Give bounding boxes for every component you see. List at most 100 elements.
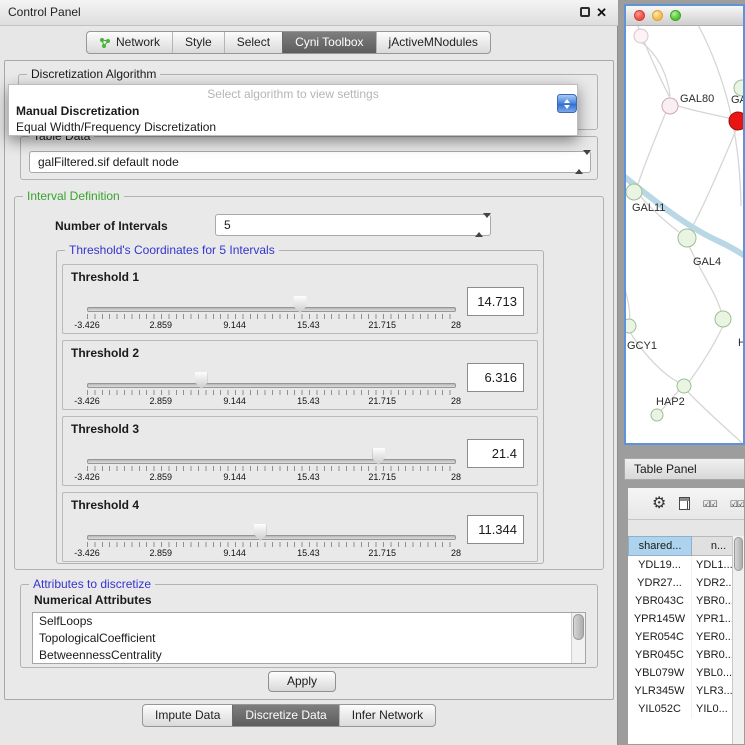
tab-label: Impute Data (155, 705, 220, 726)
slider-scale: -3.4262.859 9.14415.43 21.71528 (87, 320, 456, 331)
threshold-label: Threshold 4 (71, 498, 139, 512)
column-header-shared-name[interactable]: shared... (628, 536, 692, 556)
table-toolbar: ⚙ ☑☑ ☑☑ (628, 488, 744, 520)
node-gal80[interactable] (662, 98, 678, 114)
node-label: GCY1 (627, 340, 657, 352)
slider-thumb[interactable] (293, 296, 306, 313)
chevron-down-icon (564, 105, 570, 109)
list-scrollbar[interactable] (571, 613, 585, 663)
table-scrollbar[interactable] (732, 536, 744, 744)
panel-title: Control Panel (8, 0, 81, 25)
tab-network[interactable]: Network (87, 32, 172, 53)
node-label: GAL11 (632, 202, 665, 214)
table-row[interactable]: YBR043CYBR0... (628, 592, 745, 610)
threshold-value-field[interactable]: 11.344 (467, 515, 524, 544)
numerical-attributes-label: Numerical Attributes (34, 593, 152, 607)
table-row[interactable]: YER054CYER0... (628, 628, 745, 646)
scrollbar-thumb[interactable] (573, 614, 584, 640)
node[interactable] (634, 29, 648, 43)
combobox-stepper-button[interactable] (557, 94, 577, 113)
control-panel-titlebar[interactable]: Control Panel ✕ (0, 0, 618, 26)
tab-select[interactable]: Select (224, 32, 282, 53)
table-row[interactable]: YDR27...YDR2... (628, 574, 745, 592)
table-panel-window: ⚙ ☑☑ ☑☑ shared... n... YDL19...YDL1... Y… (627, 487, 745, 745)
slider-thumb[interactable] (372, 448, 385, 465)
node-label: GAL4 (693, 256, 721, 268)
node-selected-red[interactable] (729, 112, 743, 130)
num-intervals-label: Number of Intervals (55, 219, 168, 233)
gear-icon[interactable]: ⚙ (652, 496, 666, 512)
threshold-value-field[interactable]: 6.316 (467, 363, 524, 392)
slider-scale: -3.4262.859 9.14415.43 21.71528 (87, 548, 456, 559)
table-data-combobox[interactable]: galFiltered.sif default node (29, 151, 591, 173)
table-row[interactable]: YBL079WYBL0... (628, 664, 745, 682)
top-tabstrip: Network Style Select Cyni Toolbox jActiv… (86, 31, 491, 54)
threshold-label: Threshold 2 (71, 346, 139, 360)
threshold-box-1: Threshold 1 -3.4262.859 9.14415.43 21.71… (62, 264, 538, 334)
list-item[interactable]: SelfLoops (33, 613, 585, 630)
slider-thumb[interactable] (195, 372, 208, 389)
network-window-titlebar[interactable] (626, 6, 743, 26)
tab-cyni-toolbox[interactable]: Cyni Toolbox (282, 32, 375, 53)
select-none-checkboxes-icon[interactable]: ☑☑ (730, 499, 744, 509)
scrollbar-thumb[interactable] (734, 537, 743, 571)
table-row[interactable]: YIL052CYIL0... (628, 700, 745, 718)
slider-thumb[interactable] (254, 524, 267, 541)
tab-style[interactable]: Style (172, 32, 224, 53)
select-all-checkboxes-icon[interactable]: ☑☑ (703, 499, 717, 509)
columns-icon[interactable] (679, 497, 689, 510)
tab-infer-network[interactable]: Infer Network (339, 705, 435, 726)
node-gcy1[interactable] (626, 319, 636, 333)
group-title: Interval Definition (23, 189, 124, 204)
threshold-value-field[interactable]: 14.713 (467, 287, 524, 316)
apply-button[interactable]: Apply (268, 671, 336, 692)
slider-ticks (87, 542, 457, 547)
node-hap2[interactable] (677, 379, 691, 393)
node[interactable] (715, 311, 731, 327)
tab-discretize-data[interactable]: Discretize Data (232, 705, 338, 726)
table-header-row: shared... n... (628, 536, 745, 556)
stepper-arrows-icon (475, 215, 484, 235)
table-panel-title: Table Panel (634, 462, 697, 476)
algorithm-dropdown-popup: Select algorithm to view settings Manual… (8, 84, 578, 136)
list-item[interactable]: TopologicalCoefficient (33, 630, 585, 647)
slider-scale: -3.4262.859 9.14415.43 21.71528 (87, 472, 456, 483)
table-row[interactable]: YBR045CYBR0... (628, 646, 745, 664)
node-gal4[interactable] (678, 229, 696, 247)
slider-ticks (87, 466, 457, 471)
dropdown-item-manual[interactable]: Manual Discretization (9, 103, 577, 119)
threshold-box-3: Threshold 3 -3.4262.859 9.14415.43 21.71… (62, 416, 538, 486)
table-row[interactable]: YDL19...YDL1... (628, 556, 745, 574)
list-item[interactable]: BetweennessCentrality (33, 647, 585, 664)
threshold-value-field[interactable]: 21.4 (467, 439, 524, 468)
close-icon[interactable]: ✕ (596, 7, 607, 19)
node-labels: GAL80 GA GAL11 GAL4 GCY1 H HAP2 (627, 93, 743, 408)
num-intervals-combobox[interactable]: 5 (215, 214, 491, 236)
group-title: Attributes to discretize (29, 577, 155, 592)
close-traffic-light[interactable] (634, 10, 645, 21)
tab-jactivemnodules[interactable]: jActiveMNodules (376, 32, 490, 53)
float-window-icon[interactable] (580, 7, 590, 17)
threshold-box-4: Threshold 4 -3.4262.859 9.14415.43 21.71… (62, 492, 538, 562)
node[interactable] (651, 409, 663, 421)
table-row[interactable]: YLR345WYLR3... (628, 682, 745, 700)
control-panel: Control Panel ✕ Network Style Select Cyn… (0, 0, 618, 745)
tab-label: Select (237, 32, 270, 53)
tab-impute-data[interactable]: Impute Data (143, 705, 232, 726)
bottom-tabstrip: Impute Data Discretize Data Infer Networ… (142, 704, 436, 727)
minimize-traffic-light[interactable] (652, 10, 663, 21)
tab-label: Style (185, 32, 212, 53)
threshold-box-2: Threshold 2 -3.4262.859 9.14415.43 21.71… (62, 340, 538, 410)
group-title: Threshold's Coordinates for 5 Intervals (65, 243, 279, 258)
attributes-listbox[interactable]: SelfLoops TopologicalCoefficient Between… (32, 612, 586, 664)
tab-label: Cyni Toolbox (295, 32, 363, 53)
zoom-traffic-light[interactable] (670, 10, 681, 21)
table-row[interactable]: YPR145WYPR1... (628, 610, 745, 628)
table-panel-header[interactable]: Table Panel (624, 458, 745, 480)
dropdown-item-equal-width[interactable]: Equal Width/Frequency Discretization (9, 119, 577, 135)
combobox-value: galFiltered.sif default node (38, 155, 179, 169)
network-canvas[interactable]: GAL80 GA GAL11 GAL4 GCY1 H HAP2 (626, 26, 743, 443)
network-icon (99, 37, 111, 49)
node-gal11[interactable] (626, 184, 642, 200)
threshold-label: Threshold 1 (71, 270, 139, 284)
